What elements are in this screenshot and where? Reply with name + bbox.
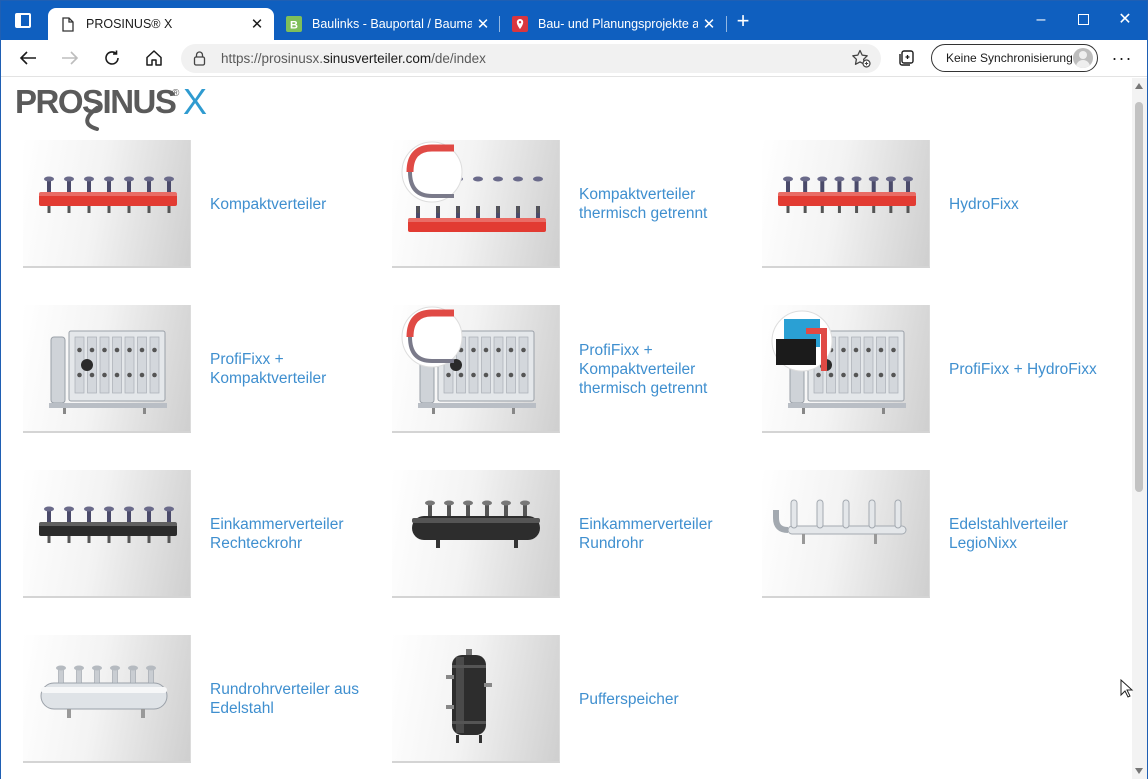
product-image[interactable]: [762, 470, 930, 598]
collections-icon: [899, 50, 914, 66]
home-icon: [146, 50, 162, 66]
address-bar[interactable]: https://prosinusx.sinusverteiler.com/de/…: [181, 44, 881, 73]
product-card[interactable]: ProfiFixx + HydroFixx: [762, 305, 1132, 435]
product-image[interactable]: [392, 140, 560, 268]
stainless-round-manifold-icon: [40, 665, 168, 718]
browser-window: PROSINUS® X ✕ B Baulinks - Bauportal / B…: [0, 0, 1148, 779]
url-text: https://prosinusx.sinusverteiler.com/de/…: [221, 51, 486, 66]
product-link[interactable]: Einkammerverteiler Rechteckrohr: [210, 470, 380, 598]
tab-baulinks[interactable]: B Baulinks - Bauportal / Baumagaz ✕: [274, 8, 500, 40]
product-card[interactable]: Einkammerverteiler Rechteckrohr: [23, 470, 393, 600]
svg-text:B: B: [290, 20, 298, 32]
product-image[interactable]: [392, 635, 560, 763]
product-image[interactable]: [392, 305, 560, 433]
svg-text:PROSINUS: PROSINUS: [15, 83, 176, 120]
steel-profifixx-icon: [49, 330, 167, 414]
navigation-bar: https://prosinusx.sinusverteiler.com/de/…: [1, 40, 1147, 77]
product-link[interactable]: HydroFixx: [949, 140, 1119, 268]
product-image[interactable]: [23, 140, 191, 268]
product-card[interactable]: HydroFixx: [762, 140, 1132, 270]
steel-profifixx-hydrofixx-icon: [771, 310, 906, 414]
new-tab-button[interactable]: +: [733, 10, 753, 32]
tab-strip: PROSINUS® X ✕ B Baulinks - Bauportal / B…: [1, 1, 1147, 40]
back-button[interactable]: [15, 46, 41, 70]
forward-arrow-icon: [62, 51, 79, 65]
scroll-down-arrow-icon[interactable]: [1135, 768, 1143, 774]
steel-profifixx-insulated-icon: [401, 306, 536, 414]
scroll-thumb[interactable]: [1135, 102, 1143, 492]
refresh-icon: [105, 50, 119, 65]
product-card[interactable]: Kompaktverteiler thermisch getrennt: [392, 140, 762, 270]
product-card[interactable]: Rundrohrverteiler aus Edelstahl: [23, 635, 393, 765]
maximize-button[interactable]: [1068, 9, 1098, 31]
lock-icon[interactable]: [193, 51, 206, 71]
forward-button[interactable]: [57, 46, 83, 70]
product-card[interactable]: ProfiFixx + Kompaktverteiler: [23, 305, 393, 435]
refresh-button[interactable]: [99, 46, 125, 70]
back-arrow-icon: [19, 51, 36, 65]
product-image[interactable]: [23, 470, 191, 598]
more-menu-button[interactable]: ···: [1109, 46, 1135, 70]
profile-avatar-icon: [1073, 48, 1093, 68]
tab-prosinus[interactable]: PROSINUS® X ✕: [48, 8, 274, 40]
product-image[interactable]: [23, 305, 191, 433]
product-link[interactable]: Rundrohrverteiler aus Edelstahl: [210, 635, 380, 763]
map-pin-favicon: [512, 16, 528, 32]
product-card[interactable]: ProfiFixx + Kompaktverteiler thermisch g…: [392, 305, 762, 435]
collections-button[interactable]: [894, 46, 920, 70]
tab-separator: [726, 16, 727, 32]
product-link[interactable]: Pufferspeicher: [579, 635, 749, 763]
red-compact-manifold-icon: [39, 176, 177, 213]
product-card[interactable]: Kompaktverteiler: [23, 140, 393, 270]
product-link[interactable]: Kompaktverteiler thermisch getrennt: [579, 140, 749, 268]
tab-title: Baulinks - Bauportal / Baumagaz: [312, 17, 472, 31]
product-link[interactable]: Edelstahlverteiler LegioNixx: [949, 470, 1119, 598]
product-link[interactable]: ProfiFixx + HydroFixx: [949, 305, 1119, 433]
svg-text:X: X: [183, 81, 207, 122]
product-card[interactable]: Edelstahlverteiler LegioNixx: [762, 470, 1132, 600]
close-window-button[interactable]: ✕: [1110, 9, 1140, 31]
close-tab-icon[interactable]: ✕: [698, 15, 720, 33]
sync-label: Keine Synchronisierung: [946, 51, 1073, 65]
page-icon: [60, 16, 76, 32]
sync-profile-button[interactable]: Keine Synchronisierung: [931, 44, 1098, 72]
buffer-tank-icon: [446, 649, 492, 743]
baulinks-favicon: B: [286, 16, 302, 32]
product-link[interactable]: ProfiFixx + Kompaktverteiler: [210, 305, 380, 433]
red-manifold-insulated-icon: [401, 141, 546, 232]
black-round-manifold-icon: [412, 500, 540, 548]
product-image[interactable]: [762, 140, 930, 268]
product-image[interactable]: [392, 470, 560, 598]
scroll-up-arrow-icon[interactable]: [1135, 83, 1143, 89]
black-rect-manifold-icon: [39, 506, 177, 543]
mouse-cursor-icon: [1120, 679, 1134, 698]
product-link[interactable]: Kompaktverteiler: [210, 140, 380, 268]
vertical-scrollbar[interactable]: [1132, 78, 1147, 779]
favorites-star-icon[interactable]: [851, 49, 871, 73]
product-card[interactable]: Einkammerverteiler Rundrohr: [392, 470, 762, 600]
red-hydrofixx-manifold-icon: [778, 176, 916, 213]
product-link[interactable]: ProfiFixx + Kompaktverteiler thermisch g…: [579, 305, 749, 433]
svg-text:®: ®: [172, 88, 180, 99]
prosinus-logo[interactable]: PROSINUS ® X: [15, 81, 215, 133]
product-link[interactable]: Einkammerverteiler Rundrohr: [579, 470, 749, 598]
tab-title: Bau- und Planungsprojekte auf B: [538, 17, 698, 31]
sidebar-toggle-icon[interactable]: [15, 13, 31, 28]
page-content: PROSINUS ® X Kompaktverteiler Kompaktvert…: [1, 78, 1132, 779]
product-image[interactable]: [23, 635, 191, 763]
close-tab-icon[interactable]: ✕: [246, 15, 268, 33]
tab-bauprojekte[interactable]: Bau- und Planungsprojekte auf B ✕: [500, 8, 726, 40]
stainless-legionixx-icon: [773, 499, 907, 544]
home-button[interactable]: [141, 46, 167, 70]
close-tab-icon[interactable]: ✕: [472, 15, 494, 33]
product-image[interactable]: [762, 305, 930, 433]
tab-title: PROSINUS® X: [86, 17, 173, 31]
product-card[interactable]: Pufferspeicher: [392, 635, 762, 765]
minimize-button[interactable]: –: [1026, 9, 1056, 31]
